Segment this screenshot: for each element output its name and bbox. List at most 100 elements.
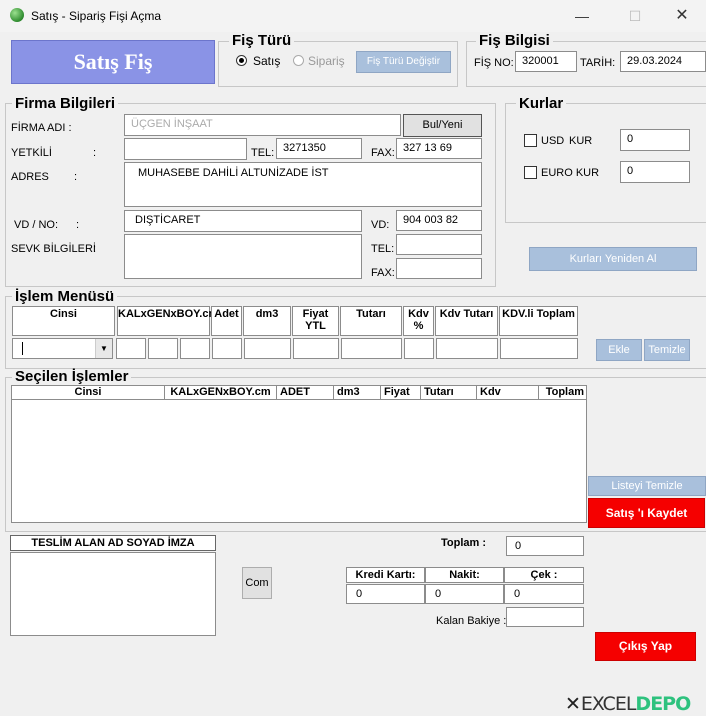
fis-no-label: FİŞ NO: <box>474 57 514 69</box>
usd-label: USD <box>541 135 565 147</box>
satis-kaydet-button[interactable]: Satış 'ı Kaydet <box>588 498 705 528</box>
yetkili-field[interactable] <box>124 138 247 160</box>
yetkili-label: YETKİLİ <box>11 147 52 159</box>
radio-satis-label: Satış <box>253 54 281 68</box>
chevron-down-icon[interactable]: ▼ <box>95 339 112 358</box>
usd-kur-field[interactable]: 0 <box>620 129 690 151</box>
islem-header-kdvli-toplam: KDV.li Toplam <box>499 306 578 336</box>
vd-no-field[interactable]: DIŞTİCARET <box>124 210 362 232</box>
firma-adi-label: FİRMA ADI : <box>11 122 72 134</box>
fis-no-field[interactable]: 320001 <box>515 51 577 72</box>
minimize-icon[interactable]: — <box>572 6 592 26</box>
kdv-field[interactable] <box>404 338 434 359</box>
fiyat-field[interactable] <box>293 338 339 359</box>
secilen-header-olcu: KALxGENxBOY.cm <box>165 386 277 400</box>
cikis-yap-button[interactable]: Çıkış Yap <box>595 632 696 661</box>
kredi-karti-field[interactable]: 0 <box>346 584 425 604</box>
vd-no-label: VD / NO: <box>14 219 59 231</box>
vd-field[interactable]: 904 003 82 <box>396 210 482 231</box>
secilen-header-adet: ADET <box>277 386 334 400</box>
toplam-label: Toplam : <box>441 537 487 549</box>
secilen-list[interactable]: Cinsi KALxGENxBOY.cm ADET dm3 Fiyat Tuta… <box>11 385 587 523</box>
adres-field[interactable]: MUHASEBE DAHİLİ ALTUNİZADE İST <box>124 162 482 207</box>
vd-label: VD: <box>371 219 390 231</box>
kalan-bakiye-field <box>506 607 584 627</box>
cek-field[interactable]: 0 <box>504 584 584 604</box>
maximize-icon[interactable]: ☐ <box>625 6 645 26</box>
sevk-colon: : <box>93 243 97 255</box>
tel-label: TEL: <box>251 147 275 159</box>
close-icon[interactable]: ✕ <box>672 6 692 26</box>
islem-header-kdv: Kdv % <box>403 306 434 336</box>
nakit-field[interactable]: 0 <box>425 584 504 604</box>
secilen-title: Seçilen İşlemler <box>12 369 132 385</box>
fax-field[interactable]: 327 13 69 <box>396 138 482 159</box>
secilen-header-toplam: Toplam <box>539 386 586 400</box>
islem-header-cinsi: Cinsi <box>12 306 115 336</box>
firma-adi-field[interactable]: ÜÇGEN İNŞAAT <box>124 114 401 136</box>
kalan-bakiye-label: Kalan Bakiye : <box>436 615 507 627</box>
fis-turu-title: Fiş Türü <box>229 33 295 49</box>
tarih-field[interactable]: 29.03.2024 <box>620 51 706 72</box>
islem-title: İşlem Menüsü <box>12 289 118 305</box>
fis-turu-degistir-button[interactable]: Fiş Türü Değiştir <box>356 51 451 73</box>
islem-header-tutari: Tutarı <box>340 306 402 336</box>
cinsi-select[interactable]: ▼ <box>12 338 113 359</box>
kredi-karti-label: Kredi Kartı: <box>346 567 425 583</box>
window-title: Satış - Sipariş Fişi Açma <box>31 9 162 23</box>
islem-header-adet: Adet <box>211 306 242 336</box>
radio-selected-icon <box>236 55 247 66</box>
islem-header-olcu: KALxGENxBOY.cm <box>117 306 218 336</box>
cek-label: Çek : <box>504 567 584 583</box>
tel-field[interactable]: 3271350 <box>276 138 362 159</box>
usd-checkbox[interactable] <box>524 134 537 147</box>
bul-yeni-button[interactable]: Bul/Yeni <box>403 114 482 137</box>
ekle-button[interactable]: Ekle <box>596 339 642 361</box>
logo-text-depo: DEPO <box>635 693 691 715</box>
kurlari-yeniden-al-button[interactable]: Kurları Yeniden Al <box>529 247 697 271</box>
toplam-field: 0 <box>506 536 584 556</box>
radio-siparis-label: Sipariş <box>308 54 345 68</box>
radio-siparis[interactable]: Sipariş <box>293 54 353 68</box>
temizle-button[interactable]: Temizle <box>644 339 690 361</box>
sevk-label: SEVK BİLGİLERİ <box>11 243 96 255</box>
com-button[interactable]: Com <box>242 567 272 599</box>
fis-bilgisi-title: Fiş Bilgisi <box>476 33 553 49</box>
kdv-tutari-field[interactable] <box>436 338 498 359</box>
islem-header-kdv-tutari: Kdv Tutarı <box>435 306 498 336</box>
adres-label: ADRES <box>11 171 49 183</box>
logo-text-excel: EXCEL <box>580 693 636 715</box>
nakit-label: Nakit: <box>425 567 504 583</box>
sevk-fax-field[interactable] <box>396 258 482 279</box>
sevk-tel-field[interactable] <box>396 234 482 255</box>
gen-field[interactable] <box>148 338 178 359</box>
secilen-header-cinsi: Cinsi <box>12 386 165 400</box>
secilen-header-dm3: dm3 <box>334 386 381 400</box>
excel-depo-logo: ✕EXCELDEPO <box>565 692 706 716</box>
secilen-header-kdv: Kdv <box>477 386 539 400</box>
listeyi-temizle-button[interactable]: Listeyi Temizle <box>588 476 706 496</box>
islem-header-dm3: dm3 <box>243 306 291 336</box>
kal-field[interactable] <box>116 338 146 359</box>
radio-satis[interactable]: Satış <box>236 54 286 68</box>
title-bar: Satış - Sipariş Fişi Açma — ☐ ✕ <box>0 0 706 32</box>
app-icon <box>10 8 24 22</box>
boy-field[interactable] <box>180 338 210 359</box>
tarih-label: TARİH: <box>580 57 616 69</box>
kurlar-title: Kurlar <box>516 96 567 112</box>
euro-kur-field[interactable]: 0 <box>620 161 690 183</box>
dm3-field[interactable] <box>244 338 291 359</box>
secilen-header-fiyat: Fiyat <box>381 386 421 400</box>
tutari-field[interactable] <box>341 338 402 359</box>
islem-header-fiyat: Fiyat YTL <box>292 306 339 336</box>
teslim-imza-area[interactable] <box>10 552 216 636</box>
adet-field[interactable] <box>212 338 242 359</box>
sevk-tel-label: TEL: <box>371 243 395 255</box>
euro-kur-label: EURO KUR <box>541 167 600 179</box>
euro-checkbox[interactable] <box>524 166 537 179</box>
yetkili-colon: : <box>93 147 97 159</box>
sevk-field[interactable] <box>124 234 362 279</box>
banner-title: Satış Fiş <box>73 49 153 74</box>
radio-unselected-icon <box>293 55 304 66</box>
kdvli-toplam-field[interactable] <box>500 338 578 359</box>
